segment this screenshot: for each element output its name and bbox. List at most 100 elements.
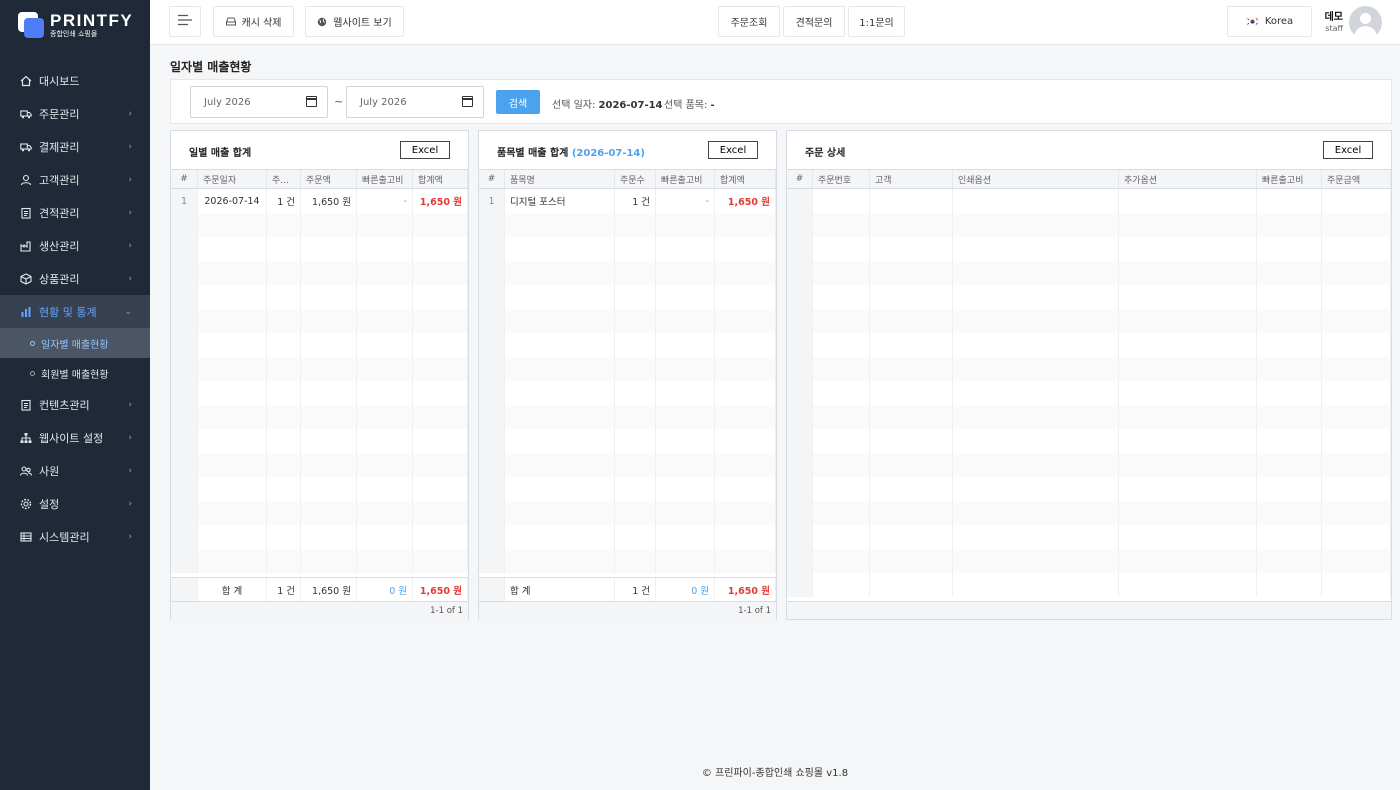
cell-fast-fee: -: [357, 189, 413, 213]
calendar-icon[interactable]: [462, 96, 473, 107]
sidebar-item-system[interactable]: 시스템관리 ›: [0, 520, 150, 553]
chevron-right-icon: ›: [128, 108, 132, 119]
row-number: 1: [171, 189, 198, 213]
sidebar-item-quotes[interactable]: 견적관리 ›: [0, 196, 150, 229]
footer-copyright: © 프린파이-종합인쇄 쇼핑몰 v1.8: [701, 768, 849, 779]
column-header[interactable]: 품목명: [505, 170, 615, 188]
date-from-input[interactable]: July 2026: [190, 86, 328, 118]
sidebar-item-production[interactable]: 생산관리 ›: [0, 229, 150, 262]
menu-toggle-button[interactable]: [169, 6, 201, 37]
column-header[interactable]: 빠른출고비: [656, 170, 715, 188]
sidebar-item-contents[interactable]: 컨텐츠관리 ›: [0, 388, 150, 421]
column-header[interactable]: #: [787, 170, 813, 188]
order-detail-panel: 주문 상세 Excel # 주문번호 고객 인쇄옵션 추가옵션 빠른출고비 주문…: [786, 130, 1392, 620]
column-header[interactable]: 주문수: [615, 170, 656, 188]
panel-title: 품목별 매출 합계 (2026-07-14): [497, 144, 645, 159]
table-row[interactable]: 1 디지털 포스터 1 건 - 1,650 원: [479, 189, 776, 213]
view-website-button[interactable]: 웹사이트 보기: [305, 6, 404, 37]
excel-export-button[interactable]: Excel: [1323, 141, 1373, 159]
sidebar-item-orders[interactable]: 주문관리 ›: [0, 97, 150, 130]
globe-icon: [317, 17, 327, 27]
sidebar-item-customers[interactable]: 고객관리 ›: [0, 163, 150, 196]
language-selector[interactable]: Korea: [1227, 6, 1312, 37]
cache-clear-button[interactable]: 캐시 삭제: [213, 6, 294, 37]
data-grid: # 품목명 주문수 빠른출고비 합계액 1 디지털 포스터 1 건 - 1,65…: [479, 169, 776, 620]
sidebar-item-label: 컨텐츠관리: [39, 398, 90, 412]
selected-item-value: -: [710, 100, 715, 111]
panel-title: 일별 매출 합계: [189, 148, 252, 159]
footer-total-label: 합 계: [505, 578, 615, 601]
chevron-right-icon: ›: [128, 498, 132, 509]
sidebar-item-staff[interactable]: 사원 ›: [0, 454, 150, 487]
excel-export-button[interactable]: Excel: [708, 141, 758, 159]
date-to-input[interactable]: July 2026: [346, 86, 484, 118]
logo[interactable]: PRINTFY 종합인쇄 쇼핑몰: [0, 0, 150, 50]
column-header[interactable]: 인쇄옵션: [953, 170, 1119, 188]
column-header[interactable]: 고객: [870, 170, 953, 188]
order-lookup-button[interactable]: 주문조회: [718, 6, 780, 37]
avatar[interactable]: [1349, 6, 1382, 39]
column-header[interactable]: 주...: [267, 170, 301, 188]
sidebar-item-label: 고객관리: [39, 173, 80, 187]
selected-date: 선택 일자: 2026-07-14: [552, 96, 663, 111]
date-range-separator: ~: [334, 95, 344, 108]
grid-body: 1 디지털 포스터 1 건 - 1,650 원: [479, 189, 776, 577]
footer-fast-fee: 0 원: [656, 578, 715, 601]
selected-date-label: 선택 일자:: [552, 100, 596, 111]
sidebar-item-website-settings[interactable]: 웹사이트 설정 ›: [0, 421, 150, 454]
one-to-one-inquiry-label: 1:1문의: [859, 18, 894, 29]
factory-icon: [20, 240, 32, 252]
column-header[interactable]: #: [479, 170, 505, 188]
column-header[interactable]: 주문액: [301, 170, 357, 188]
column-header[interactable]: 주문번호: [813, 170, 870, 188]
search-button[interactable]: 검색: [496, 90, 540, 114]
sidebar-item-label: 시스템관리: [39, 530, 90, 544]
sidebar-item-payments[interactable]: 결제관리 ›: [0, 130, 150, 163]
selected-item-label: 선택 품목:: [664, 100, 708, 111]
grid-header: # 품목명 주문수 빠른출고비 합계액: [479, 169, 776, 189]
item-sales-panel: 품목별 매출 합계 (2026-07-14) Excel # 품목명 주문수 빠…: [478, 130, 777, 620]
column-header[interactable]: 주문일자: [198, 170, 267, 188]
daily-sales-panel: 일별 매출 합계 Excel # 주문일자 주... 주문액 빠른출고비 합계액…: [170, 130, 469, 620]
chevron-right-icon: ›: [128, 432, 132, 443]
sitemap-icon: [20, 432, 32, 444]
sidebar-item-label: 견적관리: [39, 206, 80, 220]
column-header[interactable]: 합계액: [413, 170, 468, 188]
footer-total-label: 합 계: [198, 578, 267, 601]
table-row[interactable]: 1 2026-07-14 1 건 1,650 원 - 1,650 원: [171, 189, 468, 213]
sidebar-submenu: 일자별 매출현황 회원별 매출현황: [0, 328, 150, 388]
column-header[interactable]: 빠른출고비: [1257, 170, 1322, 188]
sidebar-item-statistics[interactable]: 현황 및 통계 ⌄: [0, 295, 150, 328]
column-header[interactable]: 추가옵션: [1119, 170, 1257, 188]
date-from-value: July 2026: [204, 96, 251, 108]
column-header[interactable]: 빠른출고비: [357, 170, 413, 188]
row-number: 1: [479, 189, 505, 213]
user-name: 데모: [1324, 11, 1343, 23]
clipboard-icon: [20, 207, 32, 219]
sidebar-subitem-member-sales[interactable]: 회원별 매출현황: [0, 358, 150, 388]
grid-body: 1 2026-07-14 1 건 1,650 원 - 1,650 원: [171, 189, 468, 577]
truck-icon: [20, 141, 32, 153]
excel-export-button[interactable]: Excel: [400, 141, 450, 159]
column-header[interactable]: #: [171, 170, 198, 188]
selected-date-value: 2026-07-14: [598, 100, 663, 111]
logo-name: PRINTFY: [50, 11, 134, 30]
sidebar-item-products[interactable]: 상품관리 ›: [0, 262, 150, 295]
footer-count: 1 건: [615, 578, 656, 601]
hamburger-icon: [177, 14, 193, 29]
chevron-right-icon: ›: [128, 174, 132, 185]
sidebar-item-dashboard[interactable]: 대시보드: [0, 64, 150, 97]
column-header[interactable]: 주문금액: [1322, 170, 1391, 188]
one-to-one-inquiry-button[interactable]: 1:1문의: [848, 6, 905, 37]
quote-inquiry-button[interactable]: 견적문의: [783, 6, 845, 37]
sidebar-subitem-daily-sales[interactable]: 일자별 매출현황: [0, 328, 150, 358]
calendar-icon[interactable]: [306, 96, 317, 107]
sidebar-subitem-label: 회원별 매출현황: [41, 369, 109, 381]
language-label: Korea: [1264, 16, 1294, 27]
column-header[interactable]: 합계액: [715, 170, 776, 188]
data-grid: # 주문일자 주... 주문액 빠른출고비 합계액 1 2026-07-14 1…: [171, 169, 468, 620]
sidebar-item-settings[interactable]: 설정 ›: [0, 487, 150, 520]
sidebar-item-label: 대시보드: [39, 74, 80, 88]
chevron-down-icon: ⌄: [124, 306, 132, 317]
user-menu[interactable]: 데모 staff: [1325, 6, 1382, 39]
